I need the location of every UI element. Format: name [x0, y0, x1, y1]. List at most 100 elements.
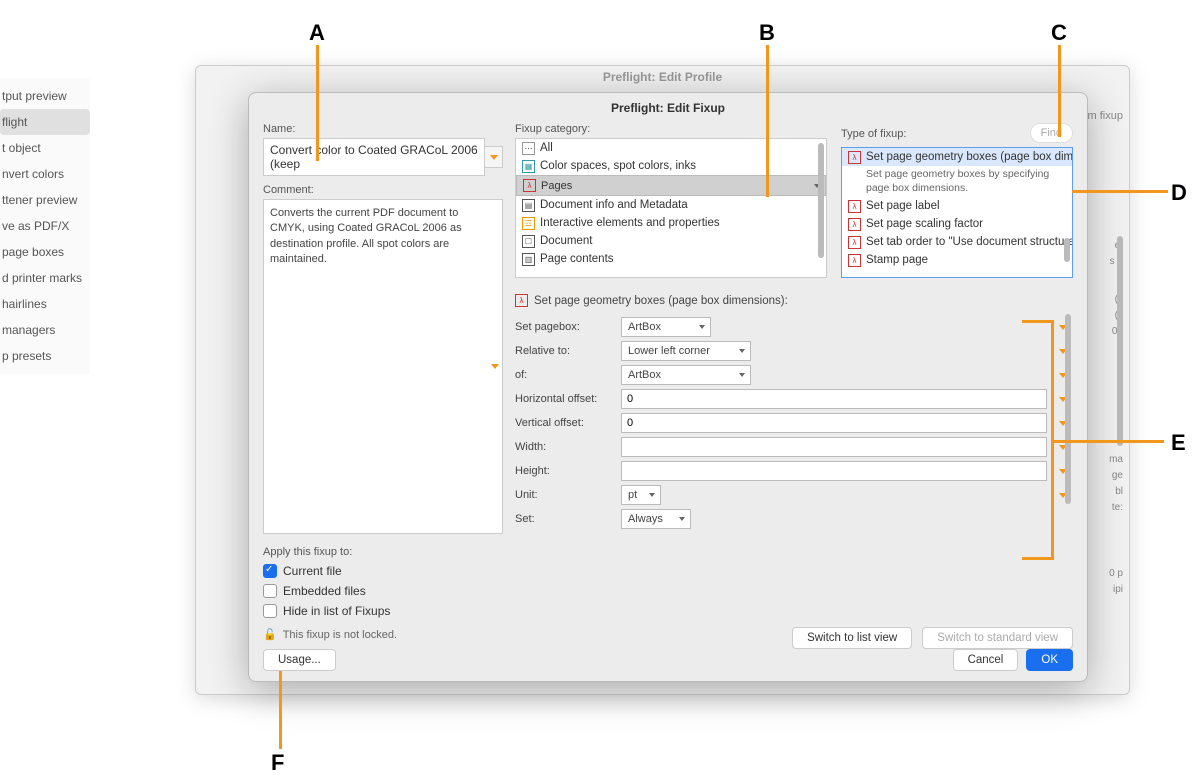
pdf-icon: λ	[848, 151, 861, 164]
type-text: Set page geometry boxes (page box dimen	[866, 151, 1072, 163]
h-offset-input[interactable]	[621, 389, 1047, 409]
callout-d: D	[1171, 180, 1187, 206]
category-text: Page contents	[540, 253, 614, 265]
name-input[interactable]: Convert color to Coated GRACoL 2006 (kee…	[263, 138, 485, 176]
scrollbar[interactable]	[1117, 236, 1123, 446]
comment-textarea[interactable]: Converts the current PDF document to CMY…	[263, 199, 503, 534]
height-input[interactable]	[621, 461, 1047, 481]
scrollbar[interactable]	[1064, 238, 1070, 262]
sidebar-item[interactable]: page boxes	[0, 239, 90, 265]
unit-select[interactable]: pt	[621, 485, 661, 505]
sidebar-item[interactable]: ve as PDF/X	[0, 213, 90, 239]
hide-in-list-checkbox[interactable]: Hide in list of Fixups	[263, 604, 503, 618]
h-offset-label: Horizontal offset:	[515, 393, 615, 405]
category-item[interactable]: ▦Color spaces, spot colors, inks	[516, 157, 826, 175]
width-input[interactable]	[621, 437, 1047, 457]
relative-to-select[interactable]: Lower left corner	[621, 341, 751, 361]
type-item[interactable]: λ Set tab order to "Use document structur…	[842, 233, 1072, 251]
sidebar-item[interactable]: ttener preview	[0, 187, 90, 213]
unit-label: Unit:	[515, 489, 615, 501]
current-file-label: Current file	[283, 564, 342, 578]
name-dropdown-icon[interactable]	[485, 146, 503, 168]
sidebar-item[interactable]: tput preview	[0, 83, 90, 109]
ok-button[interactable]: OK	[1026, 649, 1073, 671]
callout-line	[766, 45, 769, 197]
width-label: Width:	[515, 441, 615, 453]
sidebar-item[interactable]: hairlines	[0, 291, 90, 317]
sidebar-item[interactable]: managers	[0, 317, 90, 343]
sidebar-item[interactable]: t object	[0, 135, 90, 161]
param-title-text: Set page geometry boxes (page box dimens…	[534, 295, 788, 307]
category-text: Color spaces, spot colors, inks	[540, 160, 696, 172]
apply-to-label: Apply this fixup to:	[263, 546, 503, 558]
bg-frag: m fixup	[1088, 106, 1123, 126]
switch-standard-view-button: Switch to standard view	[922, 627, 1073, 649]
param-title: λ Set page geometry boxes (page box dime…	[515, 294, 1073, 307]
of-label: of:	[515, 369, 615, 381]
sidebar-item[interactable]: d printer marks	[0, 265, 90, 291]
pdf-icon: λ	[848, 200, 861, 213]
type-item[interactable]: λ Stamp page	[842, 251, 1072, 269]
fixup-category-list[interactable]: ⋯All ▦Color spaces, spot colors, inks λP…	[515, 138, 827, 278]
sidebar-item-preflight[interactable]: flight	[0, 109, 90, 135]
category-item[interactable]: ☲Interactive elements and properties	[516, 214, 826, 232]
callout-bracket	[1022, 320, 1054, 560]
scrollbar[interactable]	[818, 143, 824, 258]
document-icon: ☐	[522, 235, 535, 248]
cancel-button[interactable]: Cancel	[953, 649, 1019, 671]
pdf-icon: λ	[515, 294, 528, 307]
pdf-icon: λ	[848, 236, 861, 249]
pdf-icon: λ	[523, 179, 536, 192]
page-contents-icon: ▥	[522, 253, 535, 266]
switch-list-view-button[interactable]: Switch to list view	[792, 627, 912, 649]
scrollbar[interactable]	[1065, 314, 1071, 504]
pdf-icon: λ	[848, 218, 861, 231]
interactive-icon: ☲	[522, 217, 535, 230]
category-item-pages[interactable]: λ Pages	[516, 175, 826, 196]
set-select[interactable]: Always	[621, 509, 691, 529]
current-file-checkbox[interactable]: Current file	[263, 564, 503, 578]
type-item[interactable]: λSet page scaling factor	[842, 215, 1072, 233]
callout-b: B	[759, 20, 775, 46]
set-pagebox-select[interactable]: ArtBox	[621, 317, 711, 337]
category-text: Pages	[541, 180, 572, 192]
callout-line	[1054, 440, 1164, 443]
edit-fixup-dialog: Preflight: Edit Fixup Name: Convert colo…	[248, 92, 1088, 682]
type-text: Set tab order to "Use document structure…	[866, 236, 1072, 248]
of-select[interactable]: ArtBox	[621, 365, 751, 385]
pdf-icon: λ	[848, 254, 861, 267]
comment-label: Comment:	[263, 184, 503, 196]
callout-f: F	[271, 750, 284, 776]
callout-line	[1058, 45, 1061, 137]
embedded-files-checkbox[interactable]: Embedded files	[263, 584, 503, 598]
category-text: Document	[540, 235, 592, 247]
type-text: Stamp page	[866, 254, 928, 266]
category-text: Document info and Metadata	[540, 199, 688, 211]
find-input[interactable]: Find	[1030, 123, 1073, 143]
v-offset-input[interactable]	[621, 413, 1047, 433]
type-tip: Set page geometry boxes by specifying pa…	[842, 166, 1072, 197]
type-of-fixup-list[interactable]: λ Set page geometry boxes (page box dimen…	[841, 147, 1073, 278]
checkbox-icon	[263, 564, 277, 578]
comment-dropdown-icon[interactable]	[486, 356, 504, 378]
type-item-selected[interactable]: λ Set page geometry boxes (page box dimen	[842, 148, 1072, 166]
category-item[interactable]: ▥ Page contents	[516, 250, 826, 268]
type-of-fixup-label: Type of fixup:	[841, 128, 1022, 140]
set-pagebox-label: Set pagebox:	[515, 321, 615, 333]
hide-in-list-label: Hide in list of Fixups	[283, 604, 390, 618]
usage-button[interactable]: Usage...	[263, 649, 336, 671]
parent-window-title: Preflight: Edit Profile	[196, 66, 1129, 88]
parameter-area: λ Set page geometry boxes (page box dime…	[515, 294, 1073, 619]
category-item[interactable]: ⋯All	[516, 139, 826, 157]
category-item[interactable]: ▤Document info and Metadata	[516, 196, 826, 214]
callout-e: E	[1171, 430, 1186, 456]
sidebar-item[interactable]: nvert colors	[0, 161, 90, 187]
embedded-files-label: Embedded files	[283, 584, 366, 598]
sidebar-item[interactable]: p presets	[0, 343, 90, 369]
callout-line	[316, 45, 319, 161]
fixup-category-label: Fixup category:	[515, 123, 827, 135]
type-item[interactable]: λSet page label	[842, 197, 1072, 215]
category-item[interactable]: ☐ Document	[516, 232, 826, 250]
callout-a: A	[309, 20, 325, 46]
left-sidebar: tput preview flight t object nvert color…	[0, 78, 90, 374]
